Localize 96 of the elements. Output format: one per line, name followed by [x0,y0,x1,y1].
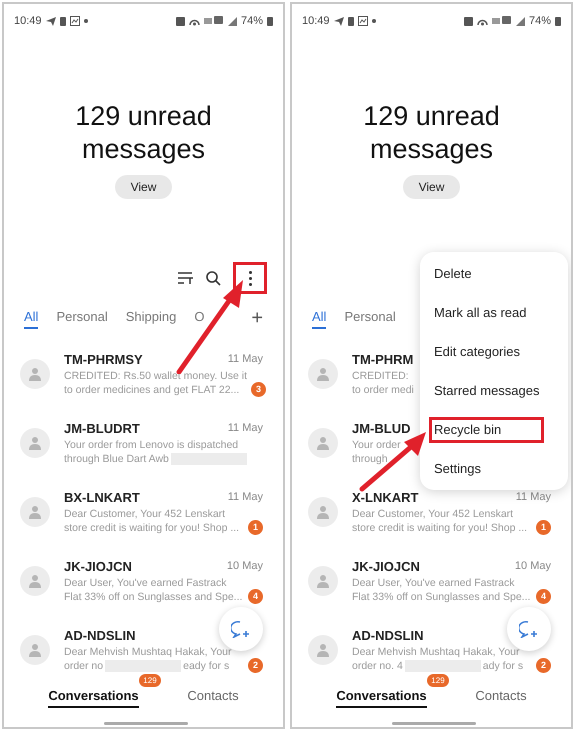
chat-add-icon [231,620,251,638]
avatar-icon [308,496,338,526]
message-preview: CREDITED: [352,369,410,384]
battery-small-icon [60,16,66,26]
sender-name: TM-PHRM [352,350,414,369]
avatar-icon [20,358,50,388]
view-button[interactable]: View [402,175,460,199]
message-preview: to order medi [352,383,414,398]
message-preview: Your order [352,438,401,452]
battery-percent: 74% [240,14,263,29]
avatar-icon [20,496,50,526]
menu-item[interactable]: Mark all as read [434,302,526,322]
sender-name: JM-BLUD [352,420,410,438]
unread-title: 129 unread messages [74,100,213,166]
message-preview: order no. 4 [352,659,403,674]
message-preview: eady for s [183,659,230,674]
message-preview: store credit is waiting for you! Shop ... [64,521,240,536]
dot-icon [372,19,376,23]
sender-name: JK-JIOJCN [64,558,132,576]
message-date: 10 May [226,559,263,574]
avatar-icon [308,358,338,388]
category-tab[interactable]: O [194,306,204,330]
bottom-nav-tab[interactable]: Conversations [336,686,427,708]
unread-badge: 1 [536,520,551,536]
avatar-icon [308,428,338,458]
menu-item[interactable]: Delete [434,264,472,284]
sender-name: JK-JIOJCN [352,558,420,576]
category-tab[interactable]: Personal [344,306,396,330]
message-preview: Dear Customer, Your 452 Lenskart [352,507,514,522]
message-preview: ady for s [482,659,524,674]
battery-percent: 74% [528,14,551,29]
unread-badge: 2 [536,658,551,674]
message-preview: store credit is waiting for you! Shop ... [352,521,528,536]
menu-item[interactable]: Edit categories [434,342,520,362]
add-category-button[interactable]: + [251,308,263,328]
unread-badge: 1 [248,520,263,536]
sender-name: AD-NDSLIN [64,626,136,645]
dot-icon [84,19,88,23]
message-preview: Your order from Lenovo is dispatched [64,438,240,452]
status-time: 10:49 [302,14,330,29]
menu-item[interactable]: Settings [434,458,481,478]
sender-name: AD-NDSLIN [352,626,424,645]
message-date: 11 May [516,490,551,506]
signal-icon [516,16,525,26]
count-badge: 129 [139,674,161,687]
message-date: 11 May [228,352,263,368]
message-preview: through Blue Dart Awb [64,452,169,466]
sort-icon[interactable] [178,272,194,284]
bottom-nav-tab[interactable]: Conversations [48,686,139,708]
bottom-nav-tab[interactable]: Contacts [187,686,239,708]
message-date: 11 May [228,421,263,436]
avatar-icon [308,566,338,596]
category-tab[interactable]: All [24,306,38,330]
sender-name: X-LNKART [352,488,418,507]
message-date: 11 May [228,490,263,506]
signal-icon [228,16,237,26]
send-icon [334,16,344,26]
unread-badge: 3 [251,382,266,398]
message-preview: Flat 33% off on Sunglasses and Spe... [64,590,242,604]
bottom-nav-tab[interactable]: Contacts [475,686,527,708]
battery-icon [555,16,561,26]
category-tab[interactable]: All [312,306,326,330]
count-badge: 129 [427,674,449,687]
battery-icon [267,16,273,26]
view-button[interactable]: View [114,175,172,199]
message-preview: Flat 33% off on Sunglasses and Spe... [352,590,530,604]
message-preview: to order medicines and get FLAT 22... [64,383,240,398]
unread-badge: 4 [248,589,263,604]
message-preview: through [352,452,388,466]
sender-name: JM-BLUDRT [64,420,140,438]
status-time: 10:49 [14,14,42,29]
unread-badge: 2 [248,658,263,674]
message-preview: CREDITED: Rs.50 wallet money. Use it [64,369,248,384]
menu-item[interactable]: Starred messages [434,380,540,400]
avatar-icon [308,634,338,664]
message-preview: Dear Customer, Your 452 Lenskart [64,507,226,522]
message-preview: Dear User, You've earned Fastrack [352,576,516,590]
message-date: 10 May [514,559,551,574]
message-preview: Dear Mehvish Mushtaq Hakak, Your [352,645,521,660]
search-icon[interactable] [206,270,221,286]
avatar-icon [20,566,50,596]
chat-add-icon [519,620,539,638]
send-icon [46,16,56,26]
message-preview: order no [64,659,104,674]
unread-badge: 4 [536,589,551,604]
sender-name: BX-LNKART [64,488,140,507]
sender-name: TM-PHRMSY [64,350,143,369]
unread-title: 129 unread messages [362,100,501,166]
battery-small-icon [348,16,354,26]
message-preview: Dear User, You've earned Fastrack [64,576,228,590]
avatar-icon [20,428,50,458]
category-tab[interactable]: Shipping [126,306,176,330]
avatar-icon [20,634,50,664]
menu-item[interactable]: Recycle bin [429,416,544,442]
category-tab[interactable]: Personal [56,306,108,330]
message-preview: Dear Mehvish Mushtaq Hakak, Your [64,645,232,660]
